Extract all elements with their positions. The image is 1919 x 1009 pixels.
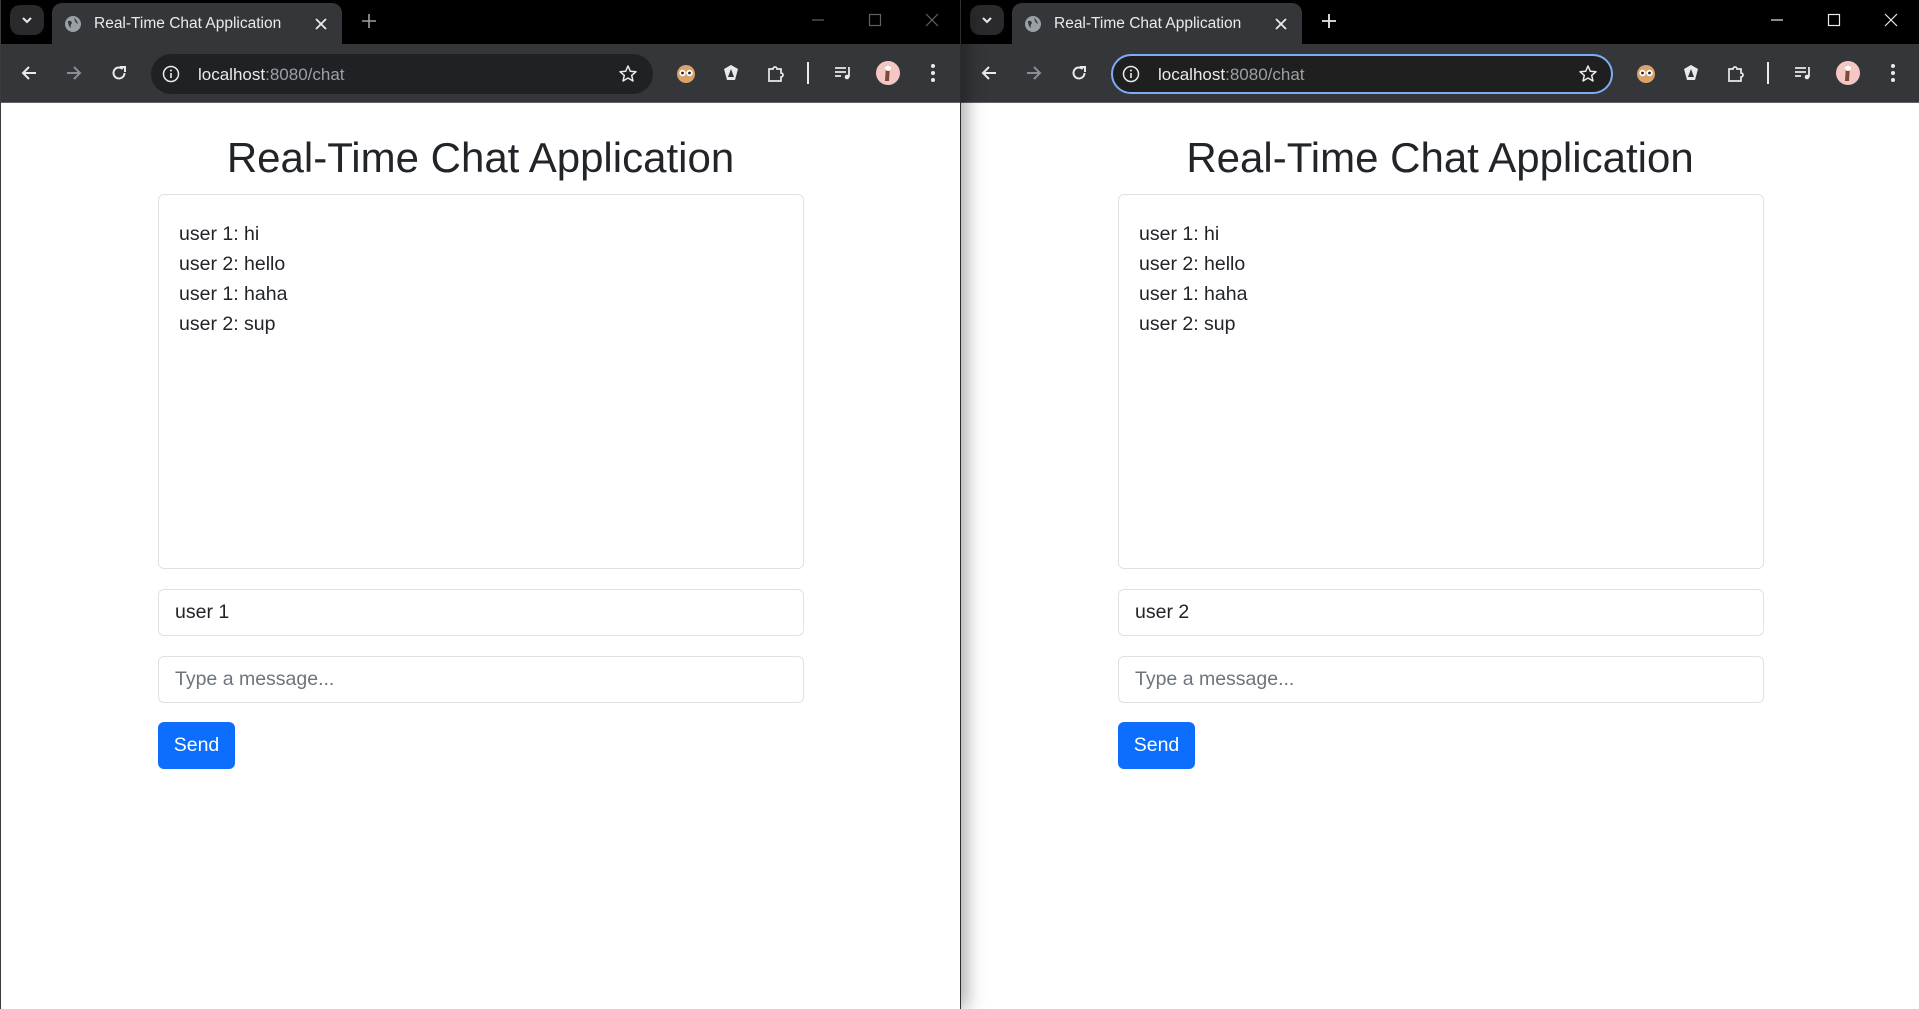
media-controls-icon[interactable] — [829, 59, 857, 87]
chat-message: user 2: sup — [1139, 313, 1236, 335]
send-button[interactable]: Send — [158, 722, 235, 769]
forward-button[interactable] — [59, 58, 89, 88]
chat-message: user 1: hi — [179, 223, 260, 245]
owl-extension-icon[interactable] — [672, 59, 700, 87]
desktop: Real-Time Chat Application localhost:808… — [0, 0, 1919, 1009]
arrow-left-icon — [981, 66, 996, 80]
browser-window-left: Real-Time Chat Application localhost:808… — [0, 0, 960, 1009]
close-window-icon[interactable] — [1876, 7, 1906, 33]
globe-icon — [1025, 15, 1041, 32]
page-title: Real-Time Chat Application — [1186, 134, 1694, 181]
reload-icon — [112, 66, 126, 80]
minimize-icon[interactable] — [1762, 7, 1792, 33]
address-bar[interactable]: localhost:8080/chat — [1111, 54, 1613, 94]
tab-active[interactable]: Real-Time Chat Application — [1012, 3, 1302, 44]
chevron-down-icon — [982, 17, 992, 24]
avatar[interactable] — [1834, 59, 1862, 87]
chat-messages: user 1: hi user 2: hello user 1: haha us… — [158, 194, 804, 569]
info-icon[interactable] — [1121, 64, 1141, 84]
reload-button[interactable] — [1064, 58, 1094, 88]
maximize-icon[interactable] — [860, 7, 890, 33]
chevron-down-icon — [22, 17, 32, 24]
chat-message: user 2: hello — [179, 253, 286, 275]
chat-messages: user 1: hi user 2: hello user 1: haha us… — [1118, 194, 1764, 569]
message-input[interactable] — [158, 656, 804, 703]
browser-toolbar: localhost:8080/chat — [1, 44, 960, 103]
username-input[interactable] — [1118, 589, 1764, 636]
close-icon[interactable] — [310, 13, 332, 35]
star-icon[interactable] — [1577, 63, 1599, 85]
chat-message: user 2: hello — [1139, 253, 1246, 275]
close-window-icon[interactable] — [917, 7, 947, 33]
shield-extension-icon[interactable] — [1677, 59, 1705, 87]
tab-title: Real-Time Chat Application — [94, 14, 282, 32]
globe-icon — [65, 15, 81, 32]
arrow-right-icon — [67, 66, 82, 80]
media-controls-icon[interactable] — [1789, 59, 1817, 87]
chat-page: Real-Time Chat Application user 1: hi us… — [961, 104, 1919, 1009]
plus-icon[interactable] — [1316, 8, 1342, 34]
arrow-right-icon — [1027, 66, 1042, 80]
maximize-icon[interactable] — [1819, 7, 1849, 33]
send-button[interactable]: Send — [1118, 722, 1195, 769]
puzzle-icon[interactable] — [1722, 59, 1750, 87]
tab-title: Real-Time Chat Application — [1054, 14, 1242, 32]
star-icon[interactable] — [617, 63, 639, 85]
reload-button[interactable] — [104, 58, 134, 88]
plus-icon[interactable] — [356, 8, 382, 34]
kebab-menu-icon[interactable] — [919, 59, 947, 87]
shield-extension-icon[interactable] — [717, 59, 745, 87]
owl-extension-icon[interactable] — [1632, 59, 1660, 87]
forward-button[interactable] — [1019, 58, 1049, 88]
browser-toolbar: localhost:8080/chat — [961, 44, 1919, 103]
chat-message: user 1: haha — [1139, 283, 1248, 305]
url-text: localhost:8080/chat — [198, 65, 345, 84]
toolbar-divider — [807, 62, 809, 84]
tab-search-button[interactable] — [970, 5, 1004, 35]
reload-icon — [1072, 66, 1086, 80]
url-text: localhost:8080/chat — [1158, 65, 1305, 84]
chat-message: user 1: haha — [179, 283, 288, 305]
address-bar[interactable]: localhost:8080/chat — [151, 54, 653, 94]
username-input[interactable] — [158, 589, 804, 636]
back-button[interactable] — [974, 58, 1004, 88]
tab-active[interactable]: Real-Time Chat Application — [52, 3, 342, 44]
back-button[interactable] — [14, 58, 44, 88]
browser-window-right: Real-Time Chat Application localhost:808… — [960, 0, 1919, 1009]
chat-message: user 2: sup — [179, 313, 276, 335]
minimize-icon[interactable] — [803, 7, 833, 33]
tab-strip: Real-Time Chat Application — [961, 0, 1919, 44]
chat-message: user 1: hi — [1139, 223, 1220, 245]
avatar[interactable] — [874, 59, 902, 87]
toolbar-divider — [1767, 62, 1769, 84]
page-title: Real-Time Chat Application — [226, 134, 735, 181]
chat-page: Real-Time Chat Application user 1: hi us… — [1, 104, 960, 1009]
close-icon[interactable] — [1270, 13, 1292, 35]
tab-strip: Real-Time Chat Application — [1, 0, 960, 44]
tab-search-button[interactable] — [10, 5, 44, 35]
puzzle-icon[interactable] — [762, 59, 790, 87]
kebab-menu-icon[interactable] — [1879, 59, 1907, 87]
message-input[interactable] — [1118, 656, 1764, 703]
arrow-left-icon — [21, 66, 36, 80]
info-icon[interactable] — [161, 64, 181, 84]
